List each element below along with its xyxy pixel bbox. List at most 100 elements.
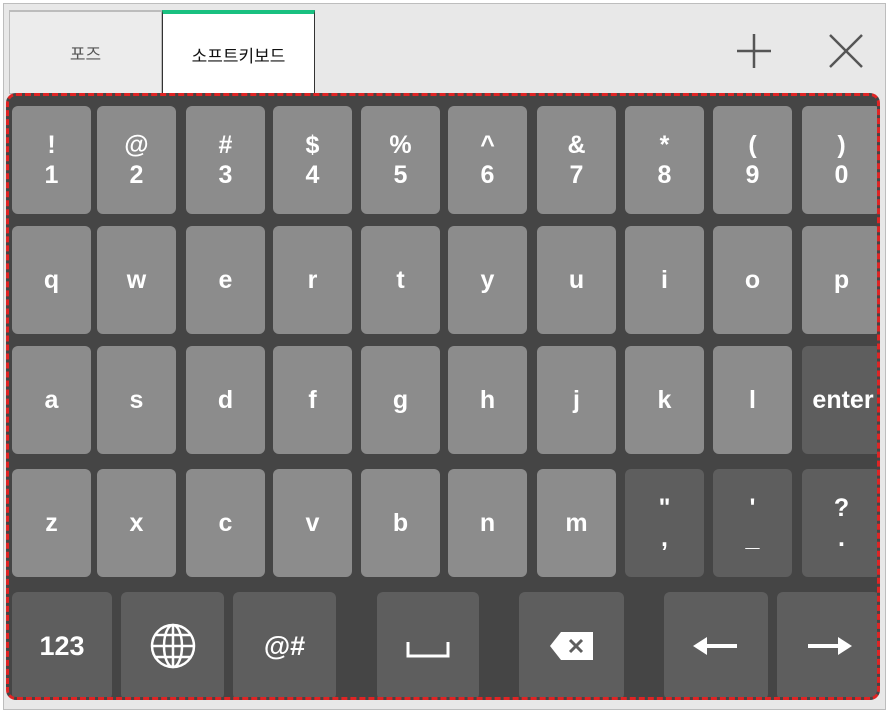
arrow-left-key[interactable] bbox=[664, 592, 768, 697]
key-1-0[interactable]: ! 1 bbox=[12, 106, 91, 214]
key-label: y bbox=[480, 266, 495, 294]
key-top-label: % bbox=[389, 131, 412, 159]
key-label: enter bbox=[812, 386, 874, 414]
key-bottom-label: , bbox=[661, 524, 668, 552]
key-q[interactable]: q bbox=[12, 226, 91, 334]
key-s[interactable]: s bbox=[97, 346, 176, 454]
key-label: u bbox=[568, 266, 585, 294]
close-icon[interactable] bbox=[826, 28, 866, 74]
key-4-4[interactable]: b bbox=[361, 469, 440, 577]
key-bottom-label: 6 bbox=[480, 161, 495, 189]
key-bottom-label: v bbox=[305, 509, 320, 537]
symbols-key[interactable]: @# bbox=[233, 592, 336, 697]
key-u[interactable]: u bbox=[537, 226, 616, 334]
tab-soft-keyboard[interactable]: 소프트키보드 bbox=[162, 10, 315, 94]
key-label: i bbox=[661, 266, 668, 294]
key-label: l bbox=[749, 386, 756, 414]
key-p[interactable]: p bbox=[802, 226, 877, 334]
key-bottom-label: 8 bbox=[657, 161, 672, 189]
key-bottom-label: 7 bbox=[569, 161, 584, 189]
key-label: r bbox=[307, 266, 318, 294]
key-1-1[interactable]: @2 bbox=[97, 106, 176, 214]
key-label: g bbox=[392, 386, 409, 414]
key-4-2[interactable]: c bbox=[186, 469, 265, 577]
key-top-label: $ bbox=[305, 131, 320, 159]
key-bottom-label: n bbox=[479, 509, 496, 537]
numbers-key[interactable]: 123 bbox=[12, 592, 112, 697]
tab-bar: 포즈 소프트키보드 bbox=[4, 4, 885, 96]
key-bottom-label: 3 bbox=[218, 161, 233, 189]
key-4-7[interactable]: ", bbox=[625, 469, 704, 577]
tab-pose[interactable]: 포즈 bbox=[9, 10, 162, 94]
key-t[interactable]: t bbox=[361, 226, 440, 334]
arrow-left-icon bbox=[693, 637, 737, 655]
plus-icon[interactable] bbox=[734, 28, 774, 74]
key-bottom-label: 1 bbox=[44, 161, 59, 189]
key-k[interactable]: k bbox=[625, 346, 704, 454]
key-top-label: ' bbox=[749, 494, 756, 522]
key-label: a bbox=[44, 386, 59, 414]
key-bottom-label: x bbox=[129, 509, 144, 537]
numbers-key-label: 123 bbox=[39, 630, 85, 661]
key-1-2[interactable]: #3 bbox=[186, 106, 265, 214]
key-4-9[interactable]: ?. bbox=[802, 469, 877, 577]
space-key[interactable] bbox=[377, 592, 479, 697]
key-top-label: # bbox=[218, 131, 233, 159]
key-4-5[interactable]: n bbox=[448, 469, 527, 577]
key-bottom-label: m bbox=[565, 509, 588, 537]
key-4-6[interactable]: m bbox=[537, 469, 616, 577]
key-4-0[interactable]: z bbox=[12, 469, 91, 577]
arrow-right-key[interactable] bbox=[777, 592, 877, 697]
key-bottom-label: _ bbox=[745, 524, 760, 552]
key-1-7[interactable]: * 8 bbox=[625, 106, 704, 214]
key-1-5[interactable]: ^ 6 bbox=[448, 106, 527, 214]
key-top-label: " bbox=[658, 494, 671, 522]
key-f[interactable]: f bbox=[273, 346, 352, 454]
key-bottom-label: . bbox=[838, 524, 845, 552]
key-top-label: ) bbox=[837, 131, 846, 159]
key-a[interactable]: a bbox=[12, 346, 91, 454]
key-label: s bbox=[129, 386, 144, 414]
key-o[interactable]: o bbox=[713, 226, 792, 334]
symbols-key-label: @# bbox=[263, 630, 306, 661]
key-h[interactable]: h bbox=[448, 346, 527, 454]
key-bottom-label: 0 bbox=[834, 161, 849, 189]
key-1-8[interactable]: (9 bbox=[713, 106, 792, 214]
space-icon bbox=[406, 642, 450, 658]
key-i[interactable]: i bbox=[625, 226, 704, 334]
key-1-6[interactable]: & 7 bbox=[537, 106, 616, 214]
key-bottom-label: 4 bbox=[305, 161, 320, 189]
key-bottom-label: 2 bbox=[129, 161, 144, 189]
globe-icon bbox=[150, 623, 195, 669]
key-r[interactable]: r bbox=[273, 226, 352, 334]
key-enter[interactable]: enter bbox=[802, 346, 877, 454]
key-1-4[interactable]: % 5 bbox=[361, 106, 440, 214]
key-label: o bbox=[744, 266, 761, 294]
key-label: k bbox=[657, 386, 672, 414]
key-bottom-label: z bbox=[45, 509, 58, 537]
key-label: e bbox=[218, 266, 233, 294]
key-1-9[interactable]: ) 0 bbox=[802, 106, 877, 214]
key-d[interactable]: d bbox=[186, 346, 265, 454]
backspace-key[interactable] bbox=[519, 592, 624, 697]
key-4-1[interactable]: x bbox=[97, 469, 176, 577]
tab-pose-label: 포즈 bbox=[69, 45, 102, 65]
key-l[interactable]: l bbox=[713, 346, 792, 454]
globe-key[interactable] bbox=[121, 592, 224, 697]
key-label: w bbox=[126, 266, 147, 294]
key-g[interactable]: g bbox=[361, 346, 440, 454]
key-top-label: ( bbox=[748, 131, 757, 159]
key-w[interactable]: w bbox=[97, 226, 176, 334]
key-top-label: ! bbox=[47, 131, 56, 159]
key-y[interactable]: y bbox=[448, 226, 527, 334]
key-j[interactable]: j bbox=[537, 346, 616, 454]
key-1-3[interactable]: $4 bbox=[273, 106, 352, 214]
key-top-label: & bbox=[567, 131, 586, 159]
key-label: t bbox=[396, 266, 405, 294]
key-4-3[interactable]: v bbox=[273, 469, 352, 577]
key-4-8[interactable]: ' _ bbox=[713, 469, 792, 577]
key-top-label: * bbox=[659, 131, 670, 159]
key-label: f bbox=[308, 386, 317, 414]
key-bottom-label: b bbox=[392, 509, 409, 537]
key-e[interactable]: e bbox=[186, 226, 265, 334]
